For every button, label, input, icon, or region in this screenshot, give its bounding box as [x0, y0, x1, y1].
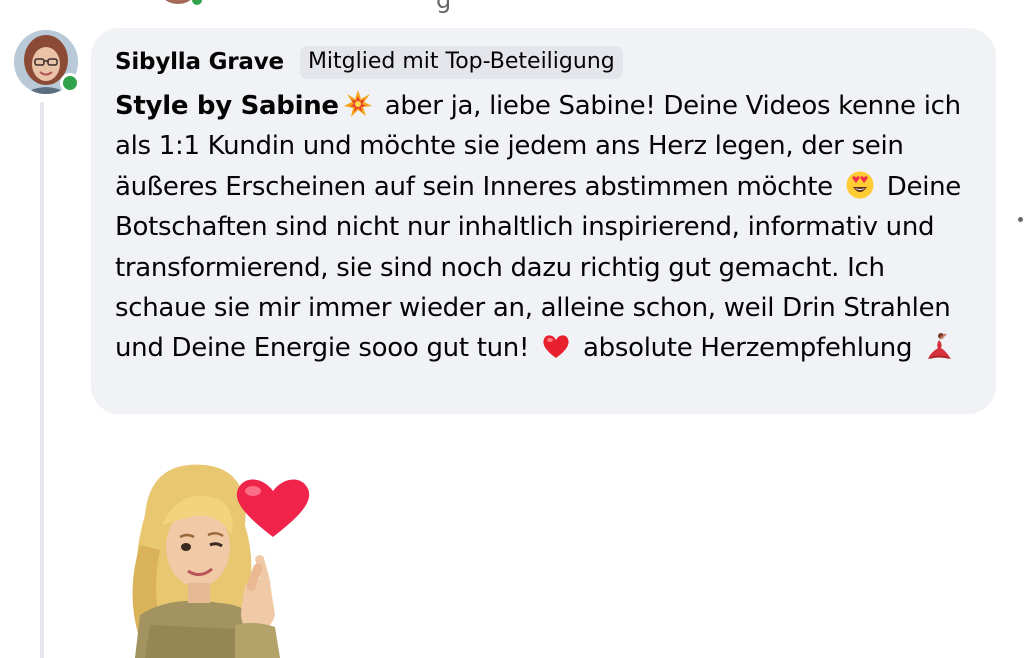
- commenter-avatar[interactable]: [14, 30, 80, 94]
- comment-text-part-3: absolute Herzempfehlung: [575, 333, 921, 364]
- previous-comment-fragment: g: [436, 0, 452, 14]
- top-contributor-badge[interactable]: Mitglied mit Top-Beteiligung: [299, 45, 623, 79]
- avatar-heart-sticker: [110, 455, 320, 658]
- thread-line: [40, 102, 44, 658]
- comment-thread: g Sibylla Grave Mitglied mit Top-Beteili…: [0, 0, 1026, 658]
- collision-emoji-icon: [343, 89, 373, 119]
- author-name-link[interactable]: Sibylla Grave: [115, 49, 284, 75]
- dancer-emoji-icon: [924, 331, 954, 361]
- comment-bubble: Sibylla Grave Mitglied mit Top-Beteiligu…: [91, 28, 996, 414]
- mention-link[interactable]: Style by Sabine: [115, 91, 339, 121]
- red-heart-emoji-icon: [541, 331, 571, 361]
- comment-body: Style by Sabine aber ja, liebe Sabine! D…: [115, 86, 972, 369]
- previous-commenter-avatar[interactable]: [156, 0, 204, 7]
- comment-header: Sibylla Grave Mitglied mit Top-Beteiligu…: [115, 42, 972, 82]
- heart-eyes-emoji-icon: [845, 170, 875, 200]
- more-options-icon[interactable]: [1018, 217, 1023, 222]
- online-status-indicator: [60, 73, 80, 93]
- online-status-indicator: [190, 0, 204, 7]
